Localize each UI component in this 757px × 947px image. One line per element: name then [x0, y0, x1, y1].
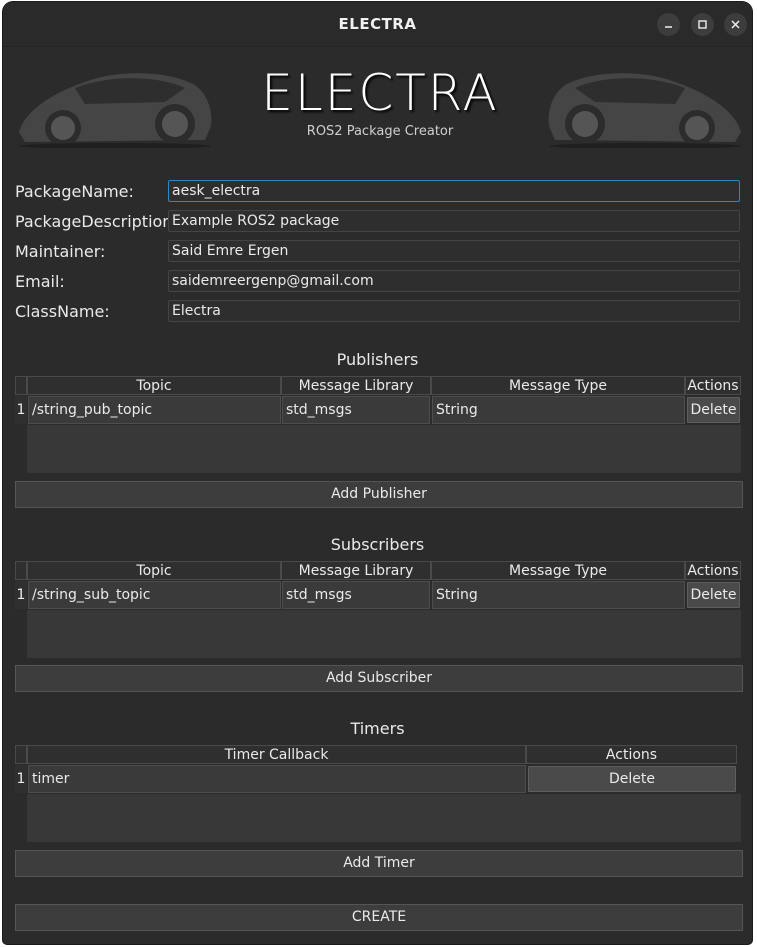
app-window: ELECTRA ELECTRA ROS2 Package Creator Pac…: [3, 2, 752, 944]
col-topic-header[interactable]: Topic: [27, 376, 281, 395]
publishers-table: Topic Message Library Message Type Actio…: [15, 376, 741, 476]
col-type-header[interactable]: Message Type: [431, 376, 685, 395]
subscriber-delete-button[interactable]: Delete: [687, 582, 740, 608]
col-topic-header[interactable]: Topic: [27, 561, 281, 580]
col-library-header[interactable]: Message Library: [281, 376, 431, 395]
publisher-delete-button[interactable]: Delete: [687, 397, 740, 423]
timers-table: Timer Callback Actions 1 timer Delete: [15, 745, 741, 845]
timer-callback-cell[interactable]: timer: [28, 765, 526, 793]
subscriber-type-cell[interactable]: String: [432, 581, 685, 609]
close-button[interactable]: [724, 13, 747, 36]
publisher-topic-cell[interactable]: /string_pub_topic: [28, 396, 281, 424]
email-label: Email:: [15, 272, 65, 291]
timers-title: Timers: [350, 719, 405, 738]
car-right-image: [548, 73, 741, 148]
col-type-header[interactable]: Message Type: [431, 561, 685, 580]
subscriber-library-cell[interactable]: std_msgs: [282, 581, 430, 609]
table-empty-area: [27, 610, 741, 658]
title-bar: ELECTRA: [3, 2, 752, 47]
minimize-button[interactable]: [657, 13, 680, 36]
table-empty-area: [27, 425, 741, 473]
col-actions-header[interactable]: Actions: [526, 745, 737, 764]
add-timer-button[interactable]: Add Timer: [15, 850, 743, 877]
corner-header: [15, 745, 27, 764]
row-index: 1: [15, 765, 27, 793]
maintainer-label: Maintainer:: [15, 242, 106, 261]
maximize-icon: [698, 20, 707, 29]
email-input[interactable]: saidemreergenp@gmail.com: [168, 270, 740, 292]
class-name-input[interactable]: Electra: [168, 300, 740, 322]
close-icon: [731, 20, 740, 29]
corner-header: [15, 561, 27, 580]
table-empty-area: [27, 794, 741, 842]
subscribers-table: Topic Message Library Message Type Actio…: [15, 561, 741, 661]
package-description-label: PackageDescription:: [15, 212, 178, 231]
add-publisher-button[interactable]: Add Publisher: [15, 481, 743, 508]
timer-delete-button[interactable]: Delete: [528, 766, 736, 792]
col-actions-header[interactable]: Actions: [685, 376, 741, 395]
subscribers-title: Subscribers: [330, 535, 425, 554]
add-subscriber-button[interactable]: Add Subscriber: [15, 665, 743, 692]
banner: ELECTRA ROS2 Package Creator: [15, 58, 745, 150]
col-actions-header[interactable]: Actions: [685, 561, 741, 580]
col-library-header[interactable]: Message Library: [281, 561, 431, 580]
publishers-title: Publishers: [336, 350, 419, 369]
package-description-input[interactable]: Example ROS2 package: [168, 210, 740, 232]
package-name-input[interactable]: aesk_electra: [168, 180, 740, 202]
col-callback-header[interactable]: Timer Callback: [27, 745, 526, 764]
maximize-button[interactable]: [691, 13, 714, 36]
minimize-icon: [665, 26, 672, 28]
window-title: ELECTRA: [338, 15, 417, 33]
publisher-library-cell[interactable]: std_msgs: [282, 396, 430, 424]
create-button[interactable]: CREATE: [15, 904, 743, 931]
class-name-label: ClassName:: [15, 302, 110, 321]
package-name-label: PackageName:: [15, 182, 134, 201]
corner-header: [15, 376, 27, 395]
row-index: 1: [15, 396, 27, 424]
row-index: 1: [15, 581, 27, 609]
publisher-type-cell[interactable]: String: [432, 396, 685, 424]
maintainer-input[interactable]: Said Emre Ergen: [168, 240, 740, 262]
subscriber-topic-cell[interactable]: /string_sub_topic: [28, 581, 281, 609]
